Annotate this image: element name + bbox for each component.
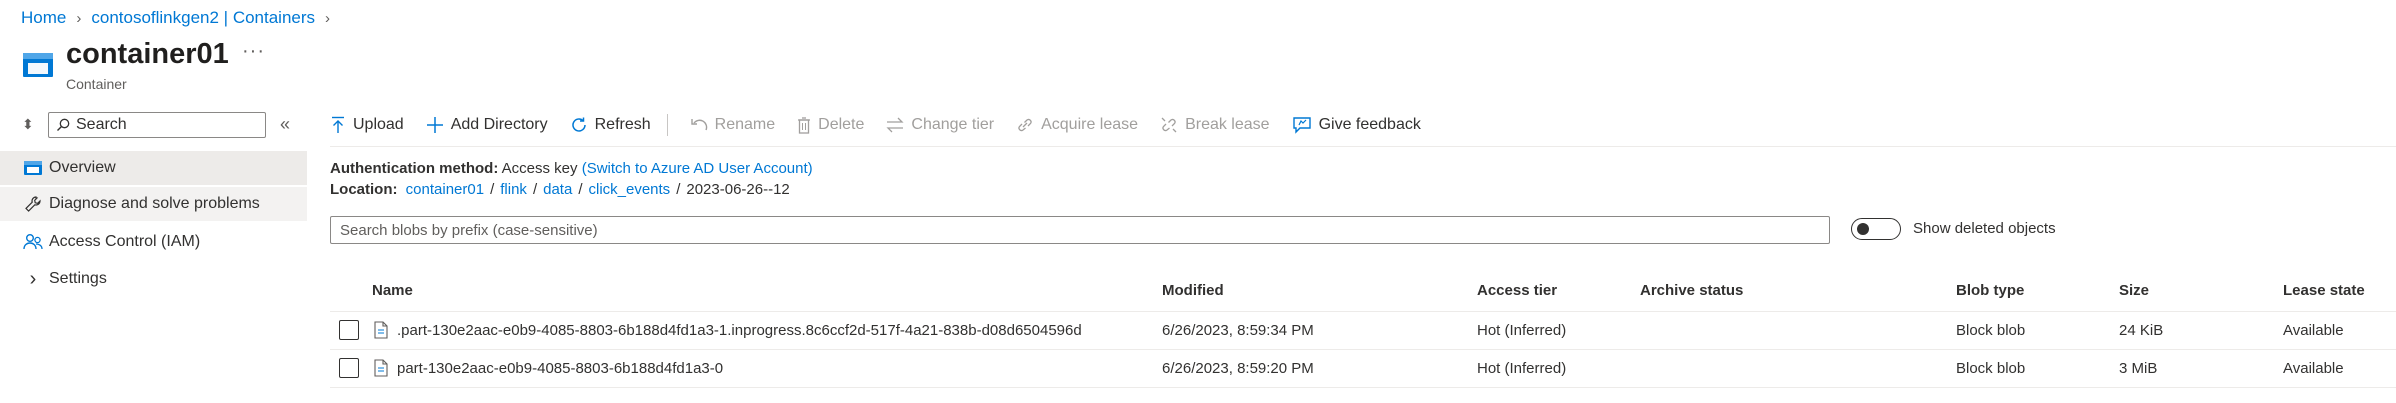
sidebar-item-settings[interactable]: › Settings	[0, 262, 307, 296]
column-header-blob-type[interactable]: Blob type	[1956, 282, 2024, 299]
blob-modified: 6/26/2023, 8:59:20 PM	[1162, 360, 1314, 377]
sidebar-item-label: Access Control (IAM)	[49, 233, 201, 250]
link-icon	[1018, 118, 1032, 132]
break-lease-label: Break lease	[1185, 116, 1270, 133]
swap-icon	[886, 117, 904, 133]
add-directory-button[interactable]: Add Directory	[426, 116, 548, 134]
blob-modified: 6/26/2023, 8:59:34 PM	[1162, 322, 1314, 339]
blob-lease-state: Available	[2283, 360, 2344, 377]
sidebar-search-input[interactable]	[74, 115, 258, 135]
location-segment-flink[interactable]: flink	[500, 181, 527, 198]
toolbar-divider-line	[330, 146, 2396, 147]
add-directory-label: Add Directory	[450, 116, 548, 133]
blob-lease-state: Available	[2283, 322, 2344, 339]
blob-name[interactable]: part-130e2aac-e0b9-4085-8803-6b188d4fd1a…	[397, 360, 723, 377]
blob-name[interactable]: .part-130e2aac-e0b9-4085-8803-6b188d4fd1…	[397, 322, 1082, 339]
sidebar-item-label: Overview	[49, 159, 116, 176]
blob-type: Block blob	[1956, 360, 2026, 377]
refresh-icon	[571, 117, 586, 132]
location-current: 2023-06-26--12	[686, 181, 790, 198]
authentication-method: Authentication method: Access key (Switc…	[330, 160, 813, 177]
switch-auth-link[interactable]: (Switch to Azure AD User Account)	[582, 160, 813, 177]
collapse-sidebar-icon[interactable]: «	[280, 114, 290, 135]
row-divider	[330, 387, 2396, 388]
sidebar-item-overview[interactable]: Overview	[0, 151, 307, 185]
chevron-right-icon: ›	[325, 9, 331, 27]
change-tier-button[interactable]: Change tier	[886, 116, 994, 134]
breadcrumb-parent-link[interactable]: contosoflinkgen2 | Containers	[91, 8, 315, 28]
chevron-right-icon: ›	[29, 267, 37, 290]
change-tier-label: Change tier	[911, 116, 995, 133]
acquire-lease-label: Acquire lease	[1041, 116, 1139, 133]
column-header-archive-status[interactable]: Archive status	[1640, 282, 1743, 299]
people-icon	[20, 233, 46, 251]
refresh-label: Refresh	[594, 116, 651, 133]
blob-access-tier: Hot (Inferred)	[1477, 322, 1567, 339]
page-title: container01	[66, 38, 229, 70]
sidebar-item-label: Settings	[49, 270, 107, 287]
row-checkbox[interactable]	[339, 320, 359, 340]
acquire-lease-button[interactable]: Acquire lease	[1016, 116, 1138, 134]
column-header-lease-state[interactable]: Lease state	[2283, 282, 2365, 299]
location-path: Location: container01/flink / data / click_e…	[330, 181, 790, 198]
location-label: Location:	[330, 181, 398, 198]
auth-value: Access key	[501, 160, 578, 177]
show-deleted-label: Show deleted objects	[1913, 220, 2056, 237]
toolbar-divider	[666, 114, 668, 136]
column-header-size[interactable]: Size	[2119, 282, 2149, 299]
upload-button[interactable]: Upload	[330, 116, 404, 134]
give-feedback-button[interactable]: Give feedback	[1292, 116, 1421, 134]
feedback-icon	[1292, 117, 1311, 134]
delete-button[interactable]: Delete	[797, 116, 864, 134]
sidebar-search[interactable]	[48, 112, 266, 138]
auth-label: Authentication method:	[330, 160, 499, 177]
wrench-icon	[20, 195, 46, 213]
row-checkbox[interactable]	[339, 358, 359, 378]
rename-icon	[690, 119, 707, 131]
blob-search-input[interactable]	[331, 217, 1829, 243]
overview-icon	[20, 160, 46, 176]
column-header-access-tier[interactable]: Access tier	[1477, 282, 1557, 299]
file-icon	[374, 321, 388, 339]
blob-size: 24 KiB	[2119, 322, 2164, 339]
column-header-modified[interactable]: Modified	[1162, 282, 1224, 299]
blob-access-tier: Hot (Inferred)	[1477, 360, 1567, 377]
break-lease-button[interactable]: Break lease	[1160, 116, 1270, 134]
breadcrumb-home-link[interactable]: Home	[21, 8, 66, 28]
file-icon	[374, 359, 388, 377]
expand-collapse-icon[interactable]: ⬍	[22, 116, 34, 133]
breadcrumb: Home › contosoflinkgen2 | Containers ›	[21, 8, 330, 28]
blob-size: 3 MiB	[2119, 360, 2158, 377]
sidebar-item-access-control[interactable]: Access Control (IAM)	[0, 225, 307, 259]
sidebar-item-label: Diagnose and solve problems	[49, 195, 260, 212]
delete-label: Delete	[818, 116, 865, 133]
page-subtitle: Container	[66, 76, 127, 92]
chevron-right-icon: ›	[76, 9, 82, 27]
upload-icon	[332, 116, 344, 133]
container-icon	[23, 53, 53, 77]
show-deleted-toggle[interactable]	[1851, 218, 1901, 240]
more-options-button[interactable]: ···	[242, 40, 265, 63]
plus-icon	[426, 117, 443, 133]
command-bar: Upload Add Directory Refresh Rename Dele…	[330, 112, 1443, 138]
refresh-button[interactable]: Refresh	[570, 116, 651, 134]
location-segment-data[interactable]: data	[543, 181, 572, 198]
blob-search[interactable]	[330, 216, 1830, 244]
rename-label: Rename	[714, 116, 776, 133]
location-segment-container01[interactable]: container01	[406, 181, 484, 198]
column-header-name[interactable]: Name	[372, 282, 413, 299]
give-feedback-label: Give feedback	[1318, 116, 1421, 133]
search-icon	[57, 118, 70, 131]
location-segment-click-events[interactable]: click_events	[588, 181, 670, 198]
sidebar-item-diagnose[interactable]: Diagnose and solve problems	[0, 187, 307, 221]
blob-type: Block blob	[1956, 322, 2026, 339]
upload-label: Upload	[353, 116, 404, 133]
rename-button[interactable]: Rename	[690, 116, 775, 134]
toggle-knob	[1857, 223, 1869, 235]
broken-link-icon	[1161, 117, 1177, 133]
trash-icon	[798, 116, 811, 134]
